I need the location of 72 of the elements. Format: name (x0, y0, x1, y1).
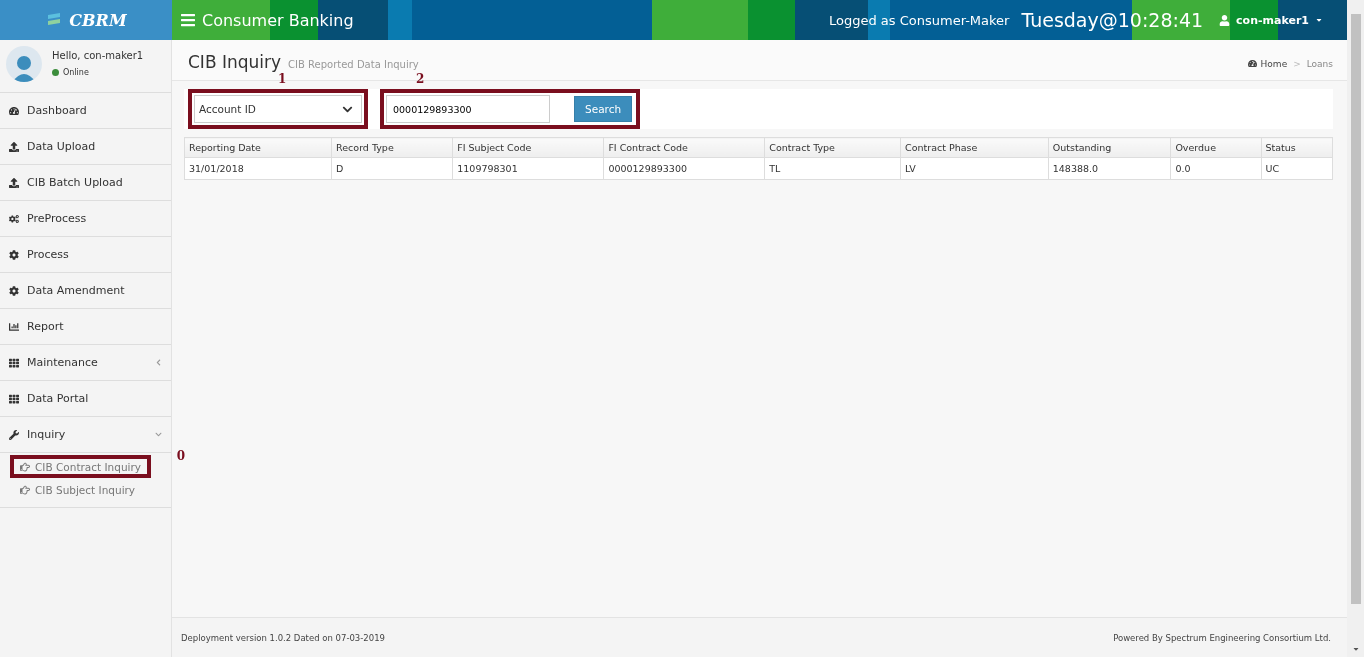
table-cell: UC (1261, 157, 1333, 180)
table-cell: 31/01/2018 (184, 157, 332, 180)
sidebar-item[interactable]: Maintenance (0, 345, 171, 381)
table-cell: 148388.0 (1048, 157, 1171, 180)
upload-icon (9, 141, 19, 152)
search-field[interactable]: 0000129893300 (386, 95, 550, 123)
grid-icon (9, 357, 19, 368)
bar-chart-icon (9, 321, 19, 332)
scroll-down-icon[interactable] (1351, 645, 1360, 653)
sidebar-subitem[interactable]: CIB Contract Inquiry (10, 455, 151, 478)
sidebar-item[interactable]: PreProcess (0, 201, 171, 237)
table-cell: 0000129893300 (603, 157, 765, 180)
column-header: Record Type (331, 137, 453, 158)
column-header: Outstanding (1048, 137, 1171, 158)
login-role: Logged as Consumer-Maker (828, 12, 1010, 28)
deployment-version: Deployment version 1.0.2 Dated on 07-03-2019 (181, 632, 385, 643)
sidebar-item[interactable]: Data Amendment (0, 273, 171, 309)
column-header: Overdue (1170, 137, 1262, 158)
table-cell: D (331, 157, 453, 180)
grid-icon (9, 393, 19, 404)
caret-icon (1315, 16, 1323, 24)
app-title: Consumer Banking (202, 10, 354, 30)
dashboard-icon (9, 105, 19, 116)
field-select[interactable]: Account ID (194, 95, 362, 123)
breadcrumb-current: Loans (1306, 58, 1333, 69)
table-cell: LV (900, 157, 1049, 180)
sidebar-item[interactable]: Dashboard (0, 93, 171, 129)
gear-icon (9, 249, 19, 260)
column-header: Contract Phase (900, 137, 1049, 158)
sidebar-item[interactable]: CIB Batch Upload (0, 165, 171, 201)
gears-icon (9, 213, 19, 224)
column-header: Contract Type (764, 137, 901, 158)
chevron-down-icon (155, 431, 162, 438)
pointing-hand-icon (20, 461, 30, 472)
caret-icon (1351, 645, 1360, 653)
wrench-icon (9, 429, 19, 440)
dashboard-icon (1247, 59, 1257, 68)
column-header: FI Contract Code (603, 137, 765, 158)
column-header: Reporting Date (184, 137, 332, 158)
sidebar-item[interactable]: Process (0, 237, 171, 273)
column-header: FI Subject Code (452, 137, 604, 158)
table-cell: TL (764, 157, 901, 180)
pointing-hand-icon (20, 484, 30, 495)
status-text: Online (63, 68, 89, 77)
page-subtitle: CIB Reported Data Inquiry (288, 59, 419, 70)
search-button[interactable]: Search (574, 96, 633, 122)
avatar-icon (6, 46, 42, 82)
annotation-number: 2 (416, 72, 425, 86)
table-cell: 1109798301 (452, 157, 604, 180)
table-cell: 0.0 (1170, 157, 1262, 180)
breadcrumb-link[interactable]: Home (1247, 58, 1288, 69)
gear-icon (9, 285, 19, 296)
clock-text: Tuesday@10:28:41 (1021, 9, 1204, 31)
column-header: Status (1261, 137, 1333, 158)
app-logo: CBRM (69, 10, 127, 30)
sidebar-subitem[interactable]: CIB Subject Inquiry (10, 478, 146, 501)
scrollbar[interactable] (1347, 0, 1364, 657)
breadcrumb-separator: > (1293, 58, 1301, 69)
sidebar-item[interactable]: Report (0, 309, 171, 345)
page-title: CIB Inquiry (188, 52, 282, 72)
user-menu[interactable]: con-maker1 (1213, 12, 1329, 28)
annotation-number: 1 (278, 72, 287, 86)
powered-by: Powered By Spectrum Engineering Consortium Ltd. (1113, 632, 1331, 643)
status-dot (52, 69, 59, 76)
chevron-left-icon (155, 359, 162, 366)
annotation-number: 0 (176, 449, 185, 463)
sidebar-item[interactable]: Data Upload (0, 129, 171, 165)
user-icon (1219, 14, 1231, 26)
sidebar-item[interactable]: Inquiry (0, 417, 171, 453)
user-greeting: Hello, con-maker1 (52, 50, 144, 61)
upload-icon (9, 177, 19, 188)
sidebar-item[interactable]: Data Portal (0, 381, 171, 417)
